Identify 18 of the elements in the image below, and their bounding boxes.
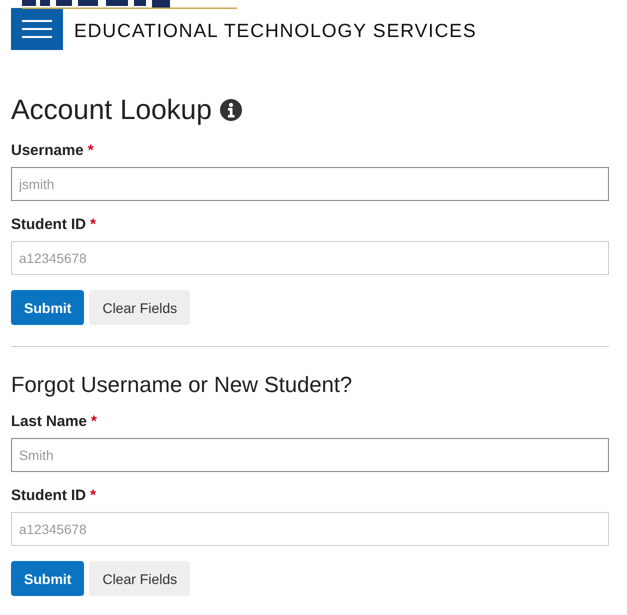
menu-icon — [22, 20, 52, 38]
site-title: EDUCATIONAL TECHNOLOGY SERVICES — [74, 20, 477, 43]
menu-button[interactable] — [11, 8, 63, 50]
input-field[interactable]: Smith — [11, 438, 609, 472]
section-heading: Forgot Username or New Student? — [11, 372, 352, 398]
field-label: Student ID * — [11, 216, 98, 233]
clear-button[interactable]: Clear Fields — [89, 561, 190, 596]
field-label: Last Name * — [11, 413, 98, 430]
section-heading: Account Lookup — [11, 94, 212, 126]
input-field[interactable]: jsmith — [11, 167, 609, 201]
submit-button[interactable]: Submit — [11, 290, 84, 325]
input-field[interactable]: a12345678 — [11, 512, 609, 546]
clear-button[interactable]: Clear Fields — [89, 290, 190, 325]
submit-button[interactable]: Submit — [11, 561, 84, 596]
field-label: Student ID * — [11, 487, 98, 504]
info-icon[interactable] — [220, 99, 242, 121]
input-field[interactable]: a12345678 — [11, 241, 609, 275]
field-label: Username * — [11, 142, 95, 159]
